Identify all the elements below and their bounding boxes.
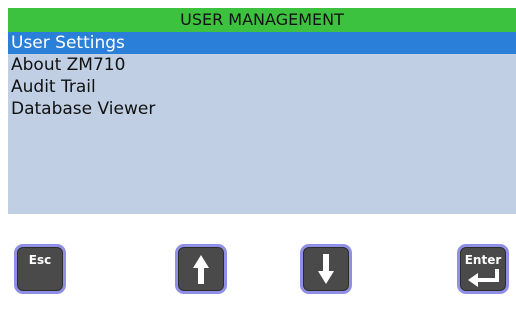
esc-button[interactable]: Esc: [14, 244, 66, 294]
soft-key-bar: [0, 214, 516, 314]
down-arrow-icon: [318, 254, 334, 284]
menu-list: User Settings About ZM710 Audit Trail Da…: [8, 32, 516, 214]
enter-button[interactable]: Enter: [457, 244, 509, 294]
menu-item-audit-trail[interactable]: Audit Trail: [8, 76, 516, 98]
esc-label: Esc: [28, 253, 52, 267]
page-title: USER MANAGEMENT: [180, 10, 344, 29]
title-bar: USER MANAGEMENT: [8, 8, 516, 32]
up-button[interactable]: [175, 244, 227, 294]
return-arrow-icon: [468, 269, 499, 287]
menu-item-about[interactable]: About ZM710: [8, 54, 516, 76]
menu-item-database-viewer[interactable]: Database Viewer: [8, 98, 516, 120]
menu-item-user-settings[interactable]: User Settings: [8, 32, 516, 54]
down-button[interactable]: [300, 244, 352, 294]
up-arrow-icon: [193, 255, 209, 284]
